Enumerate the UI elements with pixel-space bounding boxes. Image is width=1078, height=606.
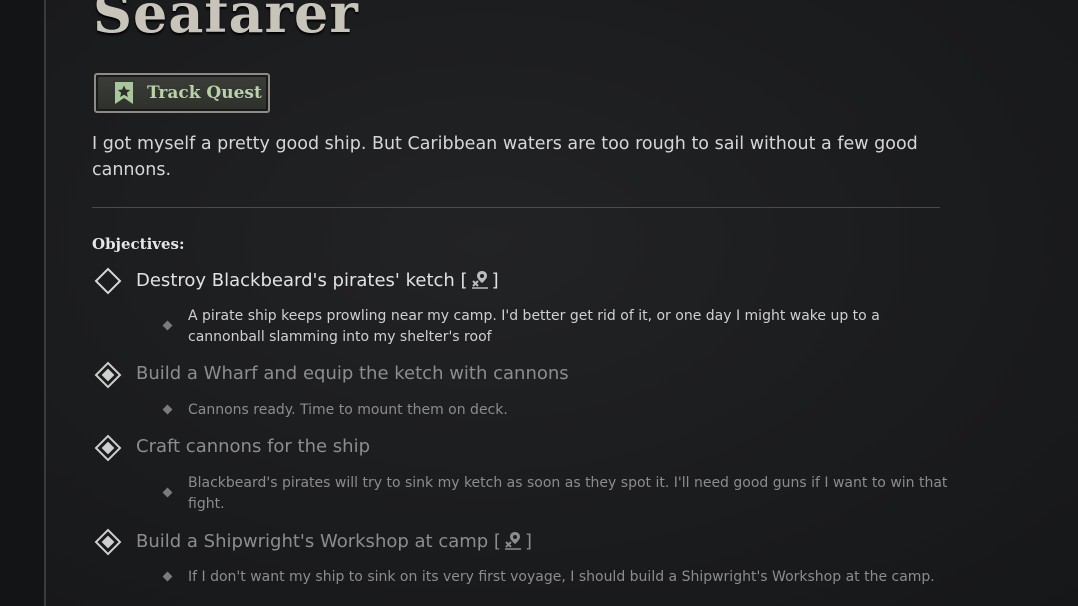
objective-note: Blackbeard's pirates will try to sink my…: [188, 475, 948, 512]
objective-title-suffix: ]: [491, 269, 499, 291]
objective-title-suffix: ]: [524, 530, 532, 552]
objective-title: Build a Wharf and equip the ketch with c…: [136, 363, 569, 384]
track-quest-label: Track Quest: [147, 83, 262, 103]
objective-note: Cannons ready. Time to mount them on dec…: [188, 402, 508, 418]
panel-border: [44, 0, 46, 606]
note-bullet-icon: [162, 320, 173, 331]
objective-note: A pirate ship keeps prowling near my cam…: [188, 308, 880, 345]
diamond-filled-icon: [94, 528, 122, 556]
diamond-outline-icon: [94, 267, 122, 295]
map-pin-icon: [471, 271, 488, 289]
objective-title-text: Build a Shipwright's Workshop at camp [: [136, 530, 501, 552]
bookmark-star-icon: [115, 82, 133, 104]
section-divider: [92, 207, 940, 208]
objective-title: Destroy Blackbeard's pirates' ketch [ ]: [136, 269, 499, 291]
diamond-filled-icon: [94, 361, 122, 389]
map-pin-icon: [504, 532, 521, 550]
objective-title-text: Destroy Blackbeard's pirates' ketch [: [136, 269, 468, 291]
objective-title: Craft cannons for the ship: [136, 436, 371, 457]
objectives-heading: Objectives:: [92, 235, 185, 253]
quest-journal-screen: Seafarer Track Quest I got myself a pret…: [0, 0, 1078, 606]
track-quest-button[interactable]: Track Quest: [94, 73, 270, 113]
note-bullet-icon: [162, 404, 173, 415]
objective-note: If I don't want my ship to sink on its v…: [188, 569, 935, 585]
diamond-filled-icon: [94, 434, 122, 462]
quest-description: I got myself a pretty good ship. But Car…: [92, 134, 918, 180]
note-bullet-icon: [162, 571, 173, 582]
quest-title: Seafarer: [93, 0, 359, 45]
note-bullet-icon: [162, 487, 173, 498]
objective-title: Build a Shipwright's Workshop at camp [ …: [136, 530, 532, 552]
side-panel-edge: [0, 0, 44, 606]
